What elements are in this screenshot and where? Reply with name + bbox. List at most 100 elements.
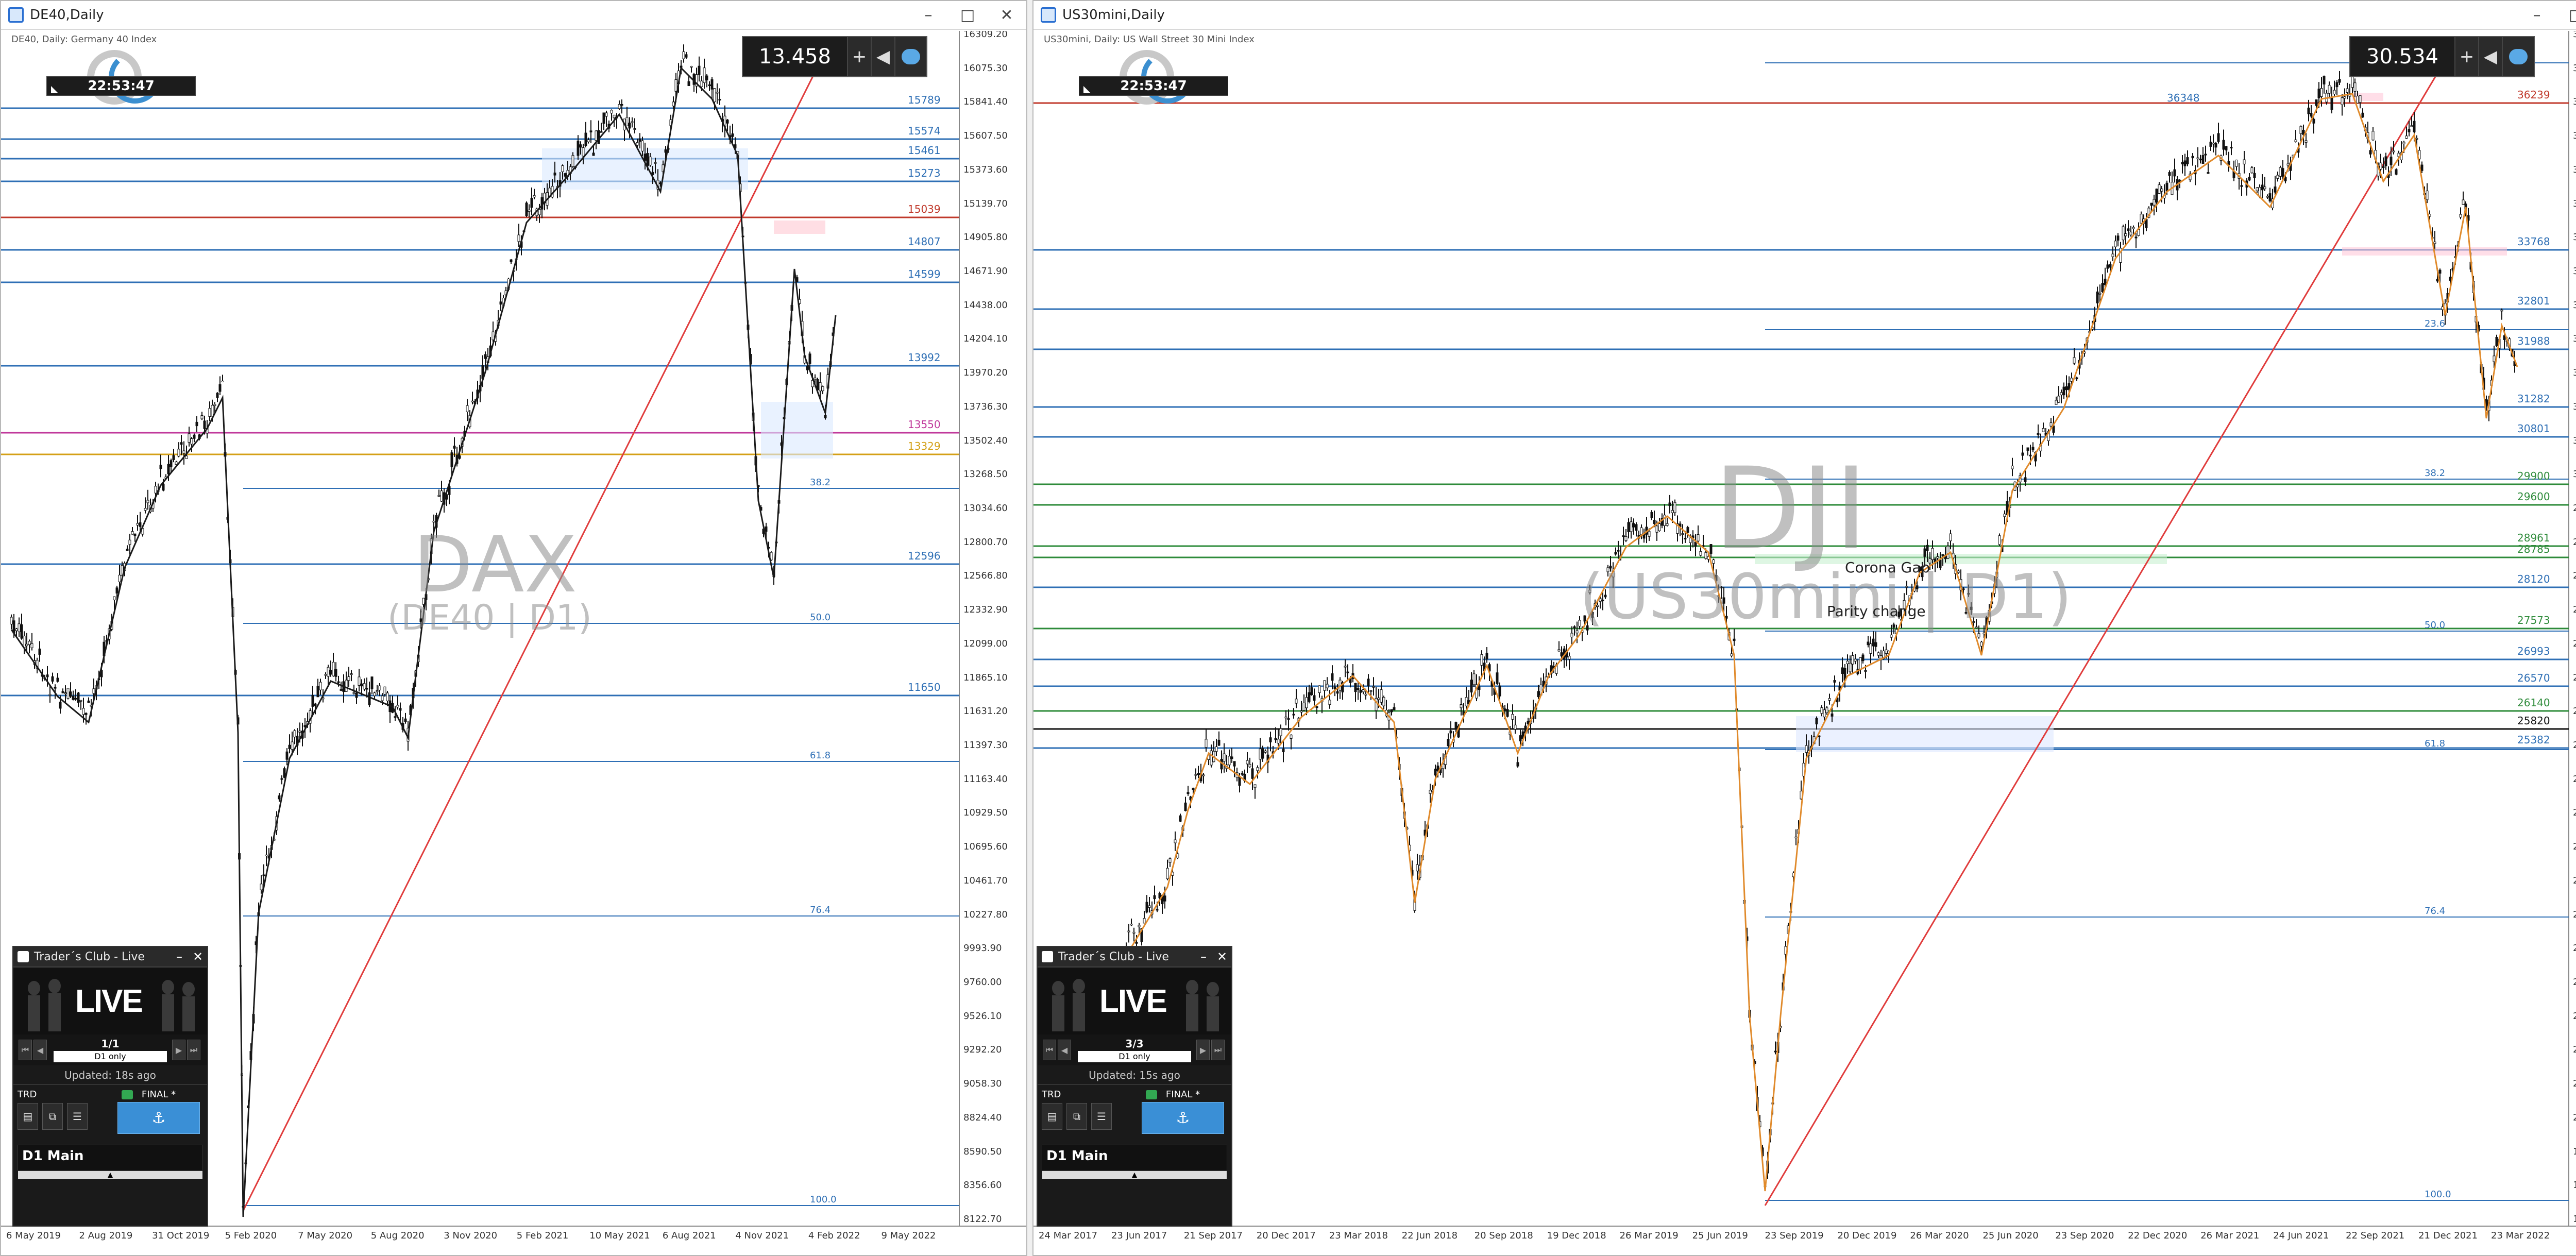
candle-body (2029, 454, 2032, 456)
arrow-left-icon[interactable]: ◀ (2478, 37, 2502, 76)
toggle-icon[interactable] (2502, 37, 2534, 76)
last-page-icon[interactable]: ⏭ (1211, 1040, 1225, 1060)
level-label: 15461 (908, 144, 941, 157)
last-page-icon[interactable]: ⏭ (187, 1040, 200, 1060)
candle-body (293, 730, 296, 738)
traders-club-panel[interactable]: Trader´s Club - Live – ✕ LIVE ⏮ (1037, 946, 1232, 1227)
next-page-icon[interactable]: ▶ (172, 1040, 185, 1060)
tc-filter-select[interactable]: D1 only (54, 1051, 167, 1062)
candle-body (437, 495, 440, 497)
tc-main-section[interactable]: D1 Main ▲ (1042, 1145, 1227, 1179)
candle-body (46, 674, 49, 677)
date-axis-tick: 20 Sep 2018 (1474, 1230, 1533, 1241)
candle-body (15, 629, 18, 631)
dji-chart-window[interactable]: US30mini,Daily – □ ✕ 0.023.638.250.061.8… (1032, 0, 2576, 1256)
corona-gap-label: Corona Gap (1845, 559, 1930, 576)
windows-icon[interactable]: ⧉ (1066, 1103, 1087, 1130)
candle-body (1377, 698, 1380, 700)
price-axis-tick: 11163.40 (963, 773, 1008, 785)
next-page-icon[interactable]: ▶ (1196, 1040, 1210, 1060)
traders-club-panel[interactable]: Trader´s Club - Live – ✕ LIVE ⏮ (12, 946, 208, 1227)
price-axis-tick: 8824.40 (963, 1112, 1002, 1123)
minimize-button[interactable]: – (2517, 1, 2556, 29)
price-axis-tick: 13502.40 (963, 435, 1008, 446)
close-button[interactable]: ✕ (987, 1, 1026, 29)
candle-body (466, 405, 469, 412)
candle-body (2343, 96, 2346, 99)
document-icon[interactable]: ▤ (18, 1103, 38, 1130)
candle-body (1624, 536, 1628, 541)
candle-body (2209, 142, 2212, 147)
candle-body (1127, 930, 1130, 932)
candle-body (115, 587, 118, 594)
price-axis-tick: 23382.90 (2573, 909, 2576, 920)
candle-body (700, 80, 703, 87)
prev-page-icon[interactable]: ◀ (33, 1040, 47, 1060)
maximize-button[interactable]: □ (948, 1, 987, 29)
price-axis-tick: 20148.80 (2573, 1112, 2576, 1123)
candle-body (713, 88, 716, 103)
candle-body (265, 855, 268, 857)
stack-icon[interactable]: ☰ (1091, 1103, 1112, 1130)
anchor-button[interactable]: ⚓ (1142, 1102, 1224, 1134)
candle-body (682, 51, 685, 59)
candle-body (1885, 649, 1888, 654)
date-axis-tick: 25 Jun 2019 (1692, 1230, 1748, 1241)
tc-close-button[interactable]: ✕ (189, 947, 207, 966)
document-icon[interactable]: ▤ (1042, 1103, 1062, 1130)
maximize-button[interactable]: □ (2556, 1, 2576, 29)
candle-body (2098, 293, 2102, 295)
prev-page-icon[interactable]: ◀ (1058, 1040, 1071, 1060)
dji-titlebar[interactable]: US30mini,Daily – □ ✕ (1033, 1, 2576, 30)
candle-body (1176, 853, 1179, 858)
level-label: 26140 (2517, 697, 2550, 709)
plus-button[interactable]: + (847, 37, 871, 76)
candle-body (1362, 689, 1365, 692)
candle-body (2212, 143, 2215, 145)
candle-body (175, 462, 178, 465)
tc-minimize-button[interactable]: – (1194, 947, 1213, 966)
price-axis-tick: 35779.45 (2573, 130, 2576, 142)
candle-body (2299, 126, 2302, 134)
first-page-icon[interactable]: ⏮ (19, 1040, 32, 1060)
candle-body (2359, 95, 2362, 103)
dax-chart-window[interactable]: DE40,Daily – □ ✕ 38.2 50.0 61.8 76.4 100.0 D… (0, 0, 1027, 1256)
candle-body (1382, 697, 1385, 706)
plus-button[interactable]: + (2454, 37, 2478, 76)
first-page-icon[interactable]: ⏮ (1043, 1040, 1056, 1060)
tc-main-title: D1 Main (22, 1148, 84, 1164)
anchor-button[interactable]: ⚓ (117, 1102, 200, 1134)
price-axis-tick: 12800.70 (963, 536, 1008, 548)
dji-price-chart[interactable]: 0.023.638.250.061.876.4100.0 (1033, 31, 2576, 1255)
date-axis-tick: 24 Mar 2017 (1039, 1230, 1098, 1241)
windows-icon[interactable]: ⧉ (42, 1103, 63, 1130)
candle-body (1153, 895, 1156, 899)
dax-chart-area[interactable]: 38.2 50.0 61.8 76.4 100.0 DE40, Daily: Germa… (1, 31, 1026, 1255)
stack-icon[interactable]: ☰ (67, 1103, 88, 1130)
candle-body (278, 795, 281, 800)
candle-body (1447, 739, 1450, 746)
candle-body (1640, 527, 1643, 535)
tc-main-section[interactable]: D1 Main ▲ (18, 1145, 203, 1179)
tc-minimize-button[interactable]: – (170, 947, 189, 966)
candle-body (337, 681, 340, 683)
candle-body (1168, 858, 1172, 863)
fibonacci-label: 50.0 (810, 612, 831, 623)
toggle-icon[interactable] (894, 37, 926, 76)
candle-body (553, 172, 556, 176)
tc-close-button[interactable]: ✕ (1213, 947, 1231, 966)
tc-trade-section: TRD ▤ ⧉ ☰ FINAL * ⚓ (1038, 1085, 1231, 1142)
expand-up-icon[interactable]: ▲ (1042, 1171, 1227, 1179)
candle-body (1485, 653, 1488, 659)
arrow-left-icon[interactable]: ◀ (871, 37, 894, 76)
tc-filter-select[interactable]: D1 only (1078, 1051, 1191, 1062)
dax-titlebar[interactable]: DE40,Daily – □ ✕ (1, 1, 1026, 30)
candle-body (218, 384, 222, 392)
minimize-button[interactable]: – (909, 1, 948, 29)
level-label: 26570 (2517, 672, 2550, 684)
level-label: 32801 (2517, 295, 2550, 307)
tc-live-text: LIVE (1099, 983, 1167, 1019)
candle-body (1653, 520, 1656, 524)
expand-up-icon[interactable]: ▲ (18, 1171, 202, 1179)
dji-chart-area[interactable]: 0.023.638.250.061.876.4100.0 US30mini, D… (1033, 31, 2576, 1255)
